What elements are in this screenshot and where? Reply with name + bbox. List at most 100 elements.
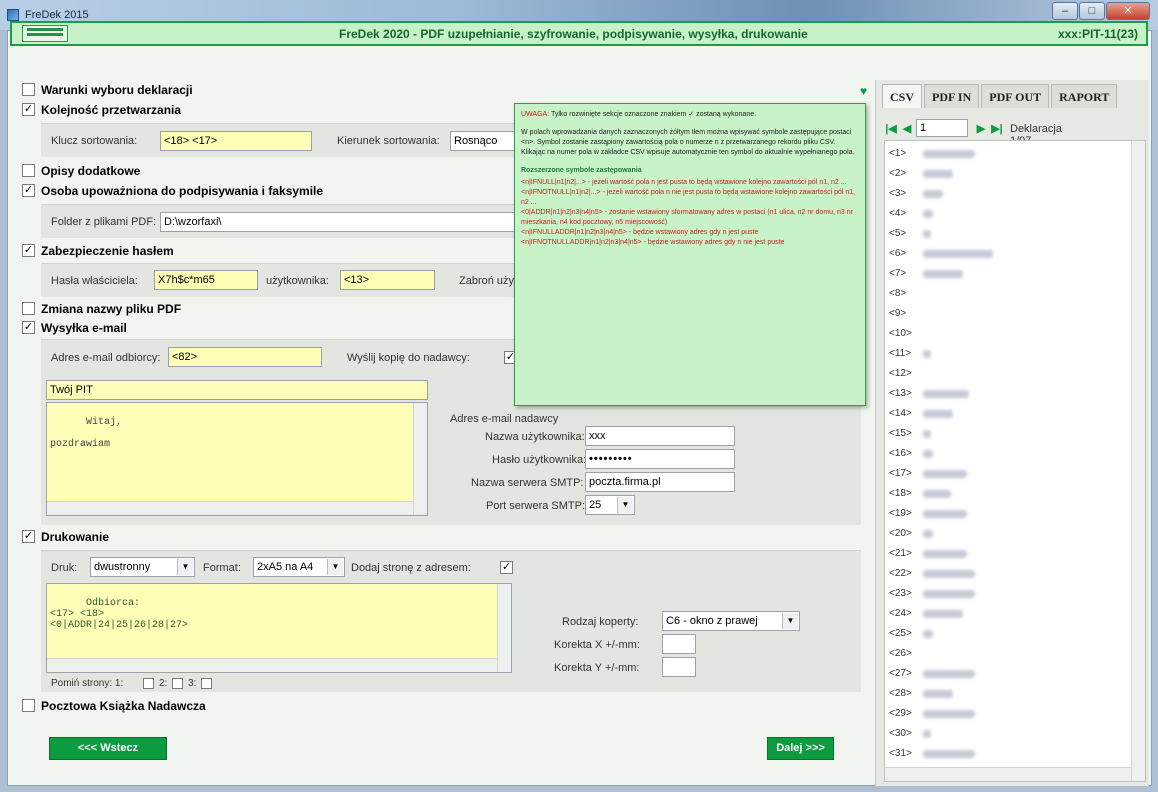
field-list-hscroll[interactable]	[885, 767, 1131, 781]
address-textarea[interactable]: Odbiorca: <17> <18> <0|ADDR|24|25|26|28|…	[46, 583, 512, 673]
csv-field-item[interactable]: <1>	[889, 145, 975, 162]
tooltip-warning: UWAGA: Tylko rozwinięte sekcje oznaczone…	[521, 110, 859, 120]
csv-field-item[interactable]: <24>	[889, 605, 963, 622]
csv-field-item[interactable]: <7>	[889, 265, 963, 282]
dodaj-strone-checkbox[interactable]: ✓	[500, 561, 513, 574]
haslo-smtp-label: Hasło użytkownika:	[492, 454, 587, 466]
first-record-icon[interactable]: |◀	[884, 120, 898, 138]
druk-select[interactable]: dwustronny ▼	[90, 557, 195, 577]
warunki-checkbox[interactable]	[22, 83, 35, 96]
next-record-icon[interactable]: ▶	[974, 120, 988, 138]
zmiana-checkbox[interactable]	[22, 302, 35, 315]
wysylka-checkbox[interactable]: ✓	[22, 321, 35, 334]
email-subject-input[interactable]: Twój PIT	[46, 380, 428, 400]
tab-raport[interactable]: RAPORT	[1051, 84, 1118, 108]
csv-field-item[interactable]: <27>	[889, 665, 975, 682]
email-body-vscroll[interactable]	[413, 403, 427, 515]
csv-field-item[interactable]: <19>	[889, 505, 967, 522]
back-button[interactable]: <<< Wstecz	[49, 737, 167, 760]
csv-field-item[interactable]: <30>	[889, 725, 931, 742]
csv-field-item[interactable]: <12>	[889, 365, 912, 382]
csv-field-item[interactable]: <9>	[889, 305, 906, 322]
kierunek-select[interactable]: Rosnąco	[450, 131, 520, 151]
help-icon[interactable]: ♥	[860, 84, 867, 98]
csv-field-number: <11>	[889, 348, 912, 359]
osoba-checkbox[interactable]: ✓	[22, 184, 35, 197]
tooltip-item: <n|IFNULL|n1|n2|...> - jeżeli wartość po…	[521, 179, 847, 186]
csv-field-item[interactable]: <29>	[889, 705, 975, 722]
csv-field-item[interactable]: <16>	[889, 445, 933, 462]
rodzaj-koperty-select[interactable]: C6 - okno z prawej ▼	[662, 611, 800, 631]
csv-field-item[interactable]: <22>	[889, 565, 975, 582]
csv-field-item[interactable]: <14>	[889, 405, 953, 422]
drukowanie-panel: Druk: dwustronny ▼ Format: 2xA5 na A4 ▼ …	[41, 550, 861, 692]
csv-field-item[interactable]: <28>	[889, 685, 953, 702]
zabezpieczenie-checkbox[interactable]: ✓	[22, 244, 35, 257]
csv-field-item[interactable]: <5>	[889, 225, 931, 242]
window-controls: – □ ✕	[1051, 2, 1150, 20]
kolejnosc-label: Kolejność przetwarzania	[41, 103, 182, 117]
haslo-wlasciciela-input[interactable]: X7h$c*m65	[154, 270, 258, 290]
csv-field-value-redacted	[923, 390, 969, 398]
csv-field-item[interactable]: <13>	[889, 385, 969, 402]
opisy-checkbox[interactable]	[22, 164, 35, 177]
csv-field-item[interactable]: <23>	[889, 585, 975, 602]
pomin-3-checkbox[interactable]	[201, 678, 212, 689]
kolejnosc-checkbox[interactable]: ✓	[22, 103, 35, 116]
csv-field-item[interactable]: <6>	[889, 245, 993, 262]
pomin-2-checkbox[interactable]	[172, 678, 183, 689]
format-select[interactable]: 2xA5 na A4 ▼	[253, 557, 345, 577]
csv-field-item[interactable]: <8>	[889, 285, 906, 302]
csv-field-item[interactable]: <4>	[889, 205, 933, 222]
email-body-textarea[interactable]: Witaj, pozdrawiam	[46, 402, 428, 516]
pomin-1-checkbox[interactable]	[143, 678, 154, 689]
csv-field-item[interactable]: <10>	[889, 325, 912, 342]
port-smtp-select[interactable]: 25 ▼	[585, 495, 635, 515]
korekta-x-input[interactable]	[662, 634, 696, 654]
csv-field-item[interactable]: <11>	[889, 345, 931, 362]
haslo-uzytkownika-input[interactable]: <13>	[340, 270, 435, 290]
osoba-label: Osoba upoważniona do podpisywania i faks…	[41, 184, 324, 198]
adres-odbiorcy-input[interactable]: <82>	[168, 347, 322, 367]
pocztowa-checkbox[interactable]	[22, 699, 35, 712]
csv-field-item[interactable]: <18>	[889, 485, 951, 502]
csv-field-item[interactable]: <20>	[889, 525, 933, 542]
minimize-button[interactable]: –	[1052, 2, 1078, 20]
serwer-smtp-input[interactable]: poczta.firma.pl	[585, 472, 735, 492]
csv-field-number: <13>	[889, 388, 912, 399]
drukowanie-checkbox[interactable]: ✓	[22, 530, 35, 543]
csv-field-item[interactable]: <31>	[889, 745, 975, 762]
csv-field-item[interactable]: <17>	[889, 465, 967, 482]
csv-field-item[interactable]: <3>	[889, 185, 943, 202]
csv-field-item[interactable]: <25>	[889, 625, 933, 642]
last-record-icon[interactable]: ▶|	[990, 120, 1004, 138]
maximize-button[interactable]: □	[1079, 2, 1105, 20]
field-list-vscroll[interactable]	[1131, 141, 1145, 781]
tab-csv[interactable]: CSV	[882, 84, 923, 108]
zabezpieczenie-panel: Hasła właściciela: X7h$c*m65 użytkownika…	[41, 263, 531, 297]
csv-field-number: <16>	[889, 448, 912, 459]
rodzaj-koperty-label: Rodzaj koperty:	[562, 616, 639, 628]
tab-pdf-in[interactable]: PDF IN	[924, 84, 980, 108]
csv-field-item[interactable]: <2>	[889, 165, 953, 182]
nazwa-uzytkownika-input[interactable]: xxx	[585, 426, 735, 446]
tab-pdf-out[interactable]: PDF OUT	[981, 84, 1050, 108]
haslo-smtp-input[interactable]: •••••••••	[585, 449, 735, 469]
pomin-2-label: 2:	[159, 678, 168, 689]
close-button[interactable]: ✕	[1106, 2, 1150, 20]
csv-field-item[interactable]: <15>	[889, 425, 931, 442]
korekta-y-input[interactable]	[662, 657, 696, 677]
folder-input[interactable]: D:\wzorfaxi\	[160, 212, 531, 232]
csv-field-item[interactable]: <21>	[889, 545, 967, 562]
email-body-hscroll[interactable]	[47, 501, 413, 515]
csv-field-value-redacted	[923, 570, 975, 578]
address-hscroll[interactable]	[47, 658, 497, 672]
csv-field-item[interactable]: <26>	[889, 645, 912, 662]
address-vscroll[interactable]	[497, 584, 511, 672]
record-number-input[interactable]: 1	[916, 119, 968, 137]
next-button[interactable]: Dalej >>>	[767, 737, 834, 760]
klucz-input[interactable]: <18> <17>	[160, 131, 312, 151]
csv-field-value-redacted	[923, 270, 963, 278]
csv-field-list: <1> <2> <3> <4> <5> <6> <7> <8> <9> <10> <11> <12> <…	[884, 140, 1146, 782]
prev-record-icon[interactable]: ◀	[900, 120, 914, 138]
